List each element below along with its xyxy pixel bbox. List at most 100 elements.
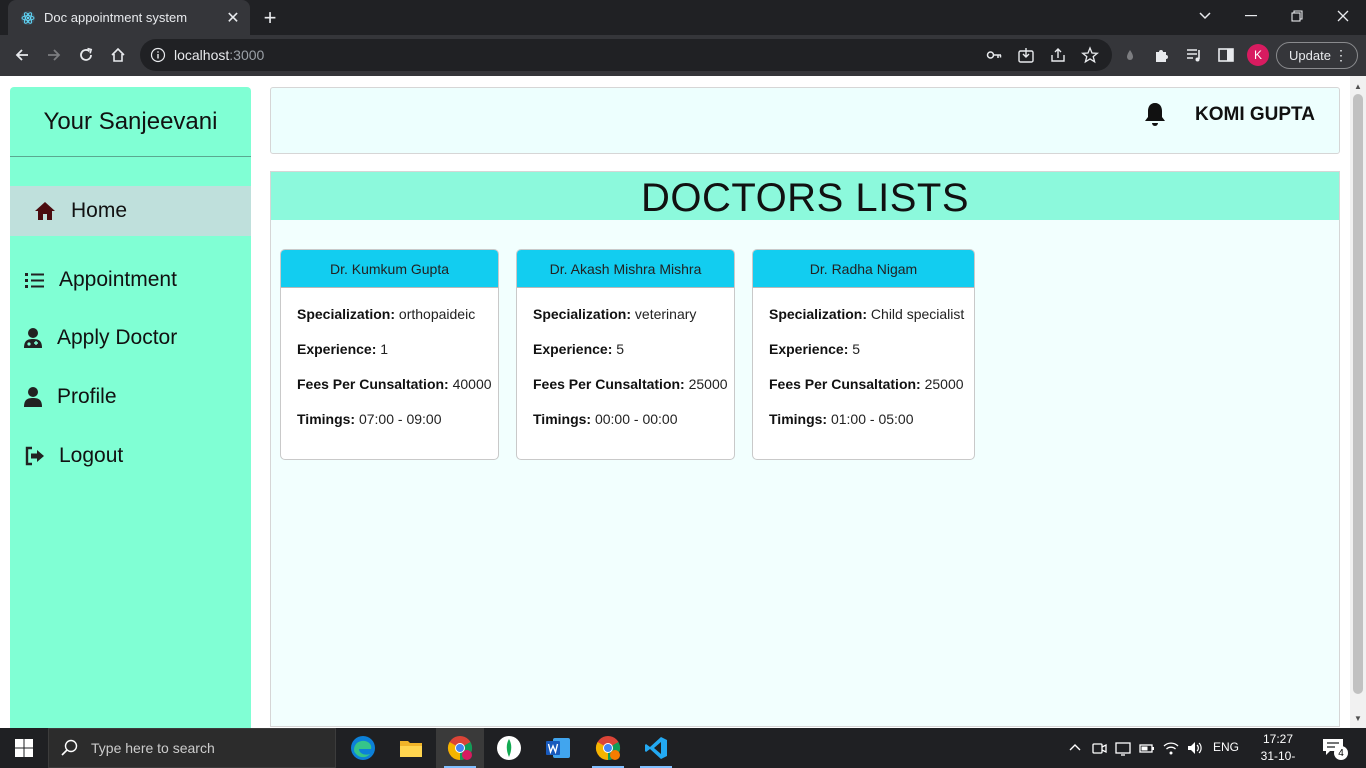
specialization-value: Child specialist bbox=[870, 306, 965, 322]
battery-icon[interactable] bbox=[1138, 739, 1156, 757]
site-info-icon[interactable] bbox=[150, 47, 166, 63]
notification-center-icon[interactable]: 4 bbox=[1322, 738, 1348, 760]
timings-label: Timings: bbox=[533, 411, 592, 427]
clock-date: 31-10-2023 bbox=[1260, 749, 1296, 768]
media-queue-icon[interactable] bbox=[1185, 46, 1203, 64]
new-tab-button[interactable]: + bbox=[256, 4, 284, 32]
fees-label: Fees Per Cunsaltation: bbox=[533, 376, 685, 392]
reload-icon[interactable] bbox=[72, 41, 100, 69]
fees-value: 40000 bbox=[452, 376, 492, 392]
doctor-card[interactable]: Dr. Kumkum Gupta Specialization: orthopa… bbox=[280, 249, 499, 460]
timings-value: 01:00 - 05:00 bbox=[830, 411, 914, 427]
nav-item-home[interactable]: Home bbox=[10, 186, 251, 236]
url-text: localhost:3000 bbox=[174, 47, 264, 63]
tab-close-icon[interactable]: ✕ bbox=[220, 5, 246, 31]
vscode-app-icon[interactable] bbox=[632, 728, 680, 768]
more-menu-icon[interactable]: ⋮ bbox=[1334, 48, 1348, 62]
nav-label-home: Home bbox=[71, 199, 128, 222]
scroll-up-arrow-icon[interactable]: ▲ bbox=[1350, 78, 1366, 94]
system-clock[interactable]: 17:27 31-10-2023 bbox=[1248, 731, 1308, 768]
timings-row: Timings: 01:00 - 05:00 bbox=[769, 411, 958, 446]
bookmark-star-icon[interactable] bbox=[1080, 46, 1100, 64]
mongodb-compass-icon[interactable] bbox=[485, 728, 533, 768]
meet-now-icon[interactable] bbox=[1090, 739, 1108, 757]
chrome-profile-app-icon[interactable] bbox=[584, 728, 632, 768]
doctor-name: Dr. Akash Mishra Mishra bbox=[517, 250, 734, 288]
file-explorer-icon[interactable] bbox=[387, 728, 435, 768]
fees-row: Fees Per Cunsaltation: 40000 bbox=[297, 376, 492, 411]
close-window-icon[interactable] bbox=[1320, 0, 1366, 32]
home-page-icon[interactable] bbox=[104, 41, 132, 69]
word-app-icon[interactable] bbox=[534, 728, 582, 768]
edge-app-icon[interactable] bbox=[339, 728, 387, 768]
experience-row: Experience: 1 bbox=[297, 341, 482, 376]
browser-tab[interactable]: Doc appointment system ✕ bbox=[8, 0, 250, 35]
fees-value: 25000 bbox=[924, 376, 964, 392]
clock-time: 17:27 bbox=[1262, 732, 1294, 746]
nav-item-logout[interactable]: Logout bbox=[10, 431, 251, 481]
update-button[interactable]: Update ⋮ bbox=[1276, 42, 1358, 69]
logout-icon bbox=[24, 445, 46, 467]
browser-tabbar: Doc appointment system ✕ + bbox=[0, 0, 1366, 35]
wifi-icon[interactable] bbox=[1162, 739, 1180, 757]
timings-label: Timings: bbox=[769, 411, 828, 427]
timings-row: Timings: 07:00 - 09:00 bbox=[297, 411, 482, 446]
nav-label-logout: Logout bbox=[59, 444, 124, 467]
user-icon bbox=[22, 386, 44, 408]
volume-icon[interactable] bbox=[1186, 739, 1204, 757]
chrome-app-icon[interactable] bbox=[436, 728, 484, 768]
timings-value: 00:00 - 00:00 bbox=[594, 411, 678, 427]
nav-item-profile[interactable]: Profile bbox=[10, 372, 251, 422]
install-app-icon[interactable] bbox=[1017, 46, 1035, 64]
scroll-thumb[interactable] bbox=[1353, 94, 1363, 694]
bell-icon[interactable] bbox=[1143, 101, 1167, 127]
profile-avatar[interactable]: K bbox=[1247, 44, 1269, 66]
experience-label: Experience: bbox=[533, 341, 613, 357]
username[interactable]: KOMI GUPTA bbox=[1195, 104, 1315, 126]
extension-droplet-icon[interactable] bbox=[1121, 46, 1139, 64]
specialization-label: Specialization: bbox=[533, 306, 632, 322]
doctor-name: Dr. Kumkum Gupta bbox=[281, 250, 498, 288]
extensions-puzzle-icon[interactable] bbox=[1153, 46, 1171, 64]
forward-arrow-icon[interactable] bbox=[40, 41, 68, 69]
nav-item-apply-doctor[interactable]: Apply Doctor bbox=[10, 313, 251, 363]
experience-value: 1 bbox=[380, 341, 389, 357]
fees-value: 25000 bbox=[688, 376, 728, 392]
windows-start-icon[interactable] bbox=[0, 728, 48, 768]
experience-label: Experience: bbox=[769, 341, 849, 357]
specialization-value: orthopaideic bbox=[398, 306, 476, 322]
specialization-row: Specialization: veterinary bbox=[533, 306, 718, 341]
side-panel-icon[interactable] bbox=[1217, 46, 1235, 64]
timings-label: Timings: bbox=[297, 411, 356, 427]
timings-row: Timings: 00:00 - 00:00 bbox=[533, 411, 718, 446]
update-label: Update bbox=[1289, 48, 1331, 63]
address-bar[interactable]: localhost:3000 bbox=[140, 39, 1112, 71]
password-key-icon[interactable] bbox=[985, 46, 1003, 64]
taskbar-search-box[interactable]: Type here to search bbox=[48, 728, 336, 768]
back-arrow-icon[interactable] bbox=[8, 41, 36, 69]
search-placeholder: Type here to search bbox=[91, 740, 215, 756]
nav-item-appointment[interactable]: Appointment bbox=[10, 255, 251, 305]
page-title: DOCTORS LISTS bbox=[271, 172, 1339, 220]
minimize-window-icon[interactable] bbox=[1228, 0, 1274, 32]
doctor-card[interactable]: Dr. Akash Mishra Mishra Specialization: … bbox=[516, 249, 735, 460]
fees-row: Fees Per Cunsaltation: 25000 bbox=[769, 376, 964, 411]
page-scrollbar[interactable]: ▲ ▼ bbox=[1350, 76, 1366, 728]
fees-label: Fees Per Cunsaltation: bbox=[769, 376, 921, 392]
restore-window-icon[interactable] bbox=[1274, 0, 1320, 32]
doctor-card-body: Specialization: orthopaideic Experience:… bbox=[281, 288, 498, 446]
react-favicon-icon bbox=[20, 10, 36, 26]
display-icon[interactable] bbox=[1114, 739, 1132, 757]
tab-search-chevron-icon[interactable] bbox=[1182, 0, 1228, 32]
share-icon[interactable] bbox=[1049, 46, 1067, 64]
brand-title: Your Sanjeevani bbox=[10, 87, 251, 157]
doctor-card[interactable]: Dr. Radha Nigam Specialization: Child sp… bbox=[752, 249, 975, 460]
nav-label-profile: Profile bbox=[57, 385, 117, 408]
chevron-up-icon[interactable] bbox=[1066, 739, 1084, 757]
language-indicator[interactable]: ENG bbox=[1213, 740, 1239, 754]
experience-value: 5 bbox=[616, 341, 625, 357]
scroll-down-arrow-icon[interactable]: ▼ bbox=[1350, 710, 1366, 726]
specialization-label: Specialization: bbox=[769, 306, 868, 322]
home-icon bbox=[34, 200, 56, 222]
doctor-name: Dr. Radha Nigam bbox=[753, 250, 974, 288]
